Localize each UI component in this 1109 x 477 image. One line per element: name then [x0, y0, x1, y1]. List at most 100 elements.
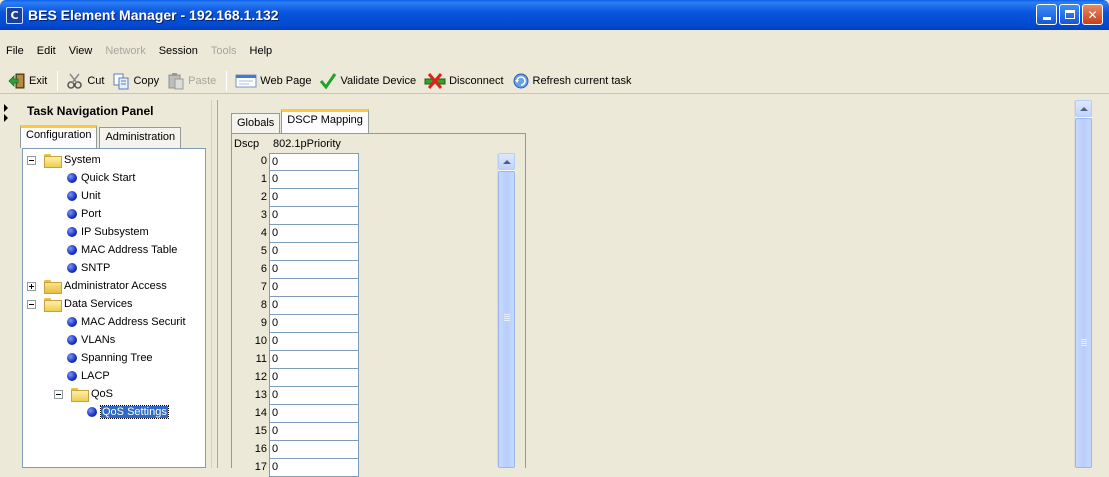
- content-scrollbar[interactable]: [1074, 100, 1092, 468]
- tree-item-label: Spanning Tree: [81, 352, 153, 364]
- tree-item[interactable]: Unit: [67, 187, 101, 205]
- table-row: 12 0: [234, 369, 359, 387]
- tree-item[interactable]: QoS: [54, 385, 113, 403]
- priority-cell[interactable]: 0: [269, 441, 359, 459]
- priority-cell[interactable]: 0: [269, 405, 359, 423]
- tree-item[interactable]: QoS Settings: [87, 403, 169, 421]
- table-scrollbar[interactable]: [497, 153, 515, 468]
- priority-cell[interactable]: 0: [269, 423, 359, 441]
- menu-tools[interactable]: Tools: [211, 45, 237, 57]
- validate-device-button[interactable]: Validate Device: [319, 72, 416, 90]
- table-row: 13 0: [234, 387, 359, 405]
- menu-network[interactable]: Network: [105, 45, 145, 57]
- tree-item[interactable]: SNTP: [67, 259, 110, 277]
- priority-cell[interactable]: 0: [269, 459, 359, 477]
- priority-cell[interactable]: 0: [269, 369, 359, 387]
- cut-button[interactable]: Cut: [66, 72, 104, 90]
- task-navigation-panel: Task Navigation Panel Configuration Admi…: [16, 100, 211, 468]
- content-scroll-up-button[interactable]: [1075, 100, 1092, 117]
- menu-session[interactable]: Session: [159, 45, 198, 57]
- copy-button[interactable]: Copy: [112, 72, 159, 90]
- folder-open-icon: [71, 388, 89, 402]
- tab-globals[interactable]: Globals: [231, 113, 281, 133]
- content-area: Globals DSCP Mapping Dscp 802.1pPriority…: [217, 100, 1092, 477]
- refresh-icon: [513, 73, 529, 88]
- window-title: BES Element Manager - 192.168.1.132: [28, 7, 279, 23]
- priority-cell[interactable]: 0: [269, 279, 359, 297]
- priority-cell[interactable]: 0: [269, 261, 359, 279]
- column-header-dscp: Dscp: [234, 138, 260, 150]
- priority-cell[interactable]: 0: [269, 297, 359, 315]
- bullet-icon: [67, 353, 77, 363]
- tree-item[interactable]: Spanning Tree: [67, 349, 153, 367]
- exit-label: Exit: [29, 74, 48, 87]
- scroll-thumb[interactable]: [498, 171, 515, 468]
- tree-item[interactable]: LACP: [67, 367, 110, 385]
- tab-dscp-mapping[interactable]: DSCP Mapping: [281, 109, 369, 133]
- bullet-icon: [67, 191, 77, 201]
- menu-help[interactable]: Help: [250, 45, 273, 57]
- dscp-value: 1: [260, 173, 267, 185]
- table-row: 17 0: [234, 459, 359, 477]
- dscp-value: 15: [254, 425, 267, 437]
- minimize-button[interactable]: [1036, 4, 1057, 25]
- paste-icon: [168, 72, 184, 89]
- tree-item[interactable]: MAC Address Securit: [67, 313, 186, 331]
- content-scroll-thumb[interactable]: [1075, 118, 1092, 468]
- menu-file[interactable]: File: [6, 45, 24, 57]
- grip-icon: [1081, 339, 1087, 340]
- tree-item[interactable]: System: [27, 151, 101, 169]
- panel-collapse-handle[interactable]: [0, 100, 12, 468]
- tree-item[interactable]: Port: [67, 205, 101, 223]
- priority-cell[interactable]: 0: [269, 243, 359, 261]
- tab-configuration[interactable]: Configuration: [20, 125, 98, 148]
- paste-button[interactable]: Paste: [167, 72, 216, 90]
- priority-cell[interactable]: 0: [269, 189, 359, 207]
- tree-item[interactable]: Quick Start: [67, 169, 135, 187]
- menu-view[interactable]: View: [69, 45, 93, 57]
- priority-cell[interactable]: 0: [269, 171, 359, 189]
- tree-item-label: System: [64, 154, 101, 166]
- tree-item-label: Port: [81, 208, 102, 220]
- collapse-toggle-icon[interactable]: [27, 299, 36, 309]
- priority-cell[interactable]: 0: [269, 333, 359, 351]
- priority-cell[interactable]: 0: [269, 351, 359, 369]
- tree-item[interactable]: VLANs: [67, 331, 115, 349]
- tree-item[interactable]: MAC Address Table: [67, 241, 177, 259]
- dscp-value: 11: [255, 353, 267, 365]
- close-button[interactable]: ✕: [1082, 4, 1103, 25]
- refresh-button[interactable]: Refresh current task: [512, 72, 632, 90]
- collapse-toggle-icon[interactable]: [27, 155, 36, 165]
- tree-item[interactable]: IP Subsystem: [67, 223, 149, 241]
- exit-button[interactable]: Exit: [8, 72, 47, 90]
- checkmark-icon: [320, 72, 337, 89]
- priority-cell[interactable]: 0: [269, 225, 359, 243]
- scroll-up-button[interactable]: [498, 153, 515, 170]
- web-page-button[interactable]: Web Page: [235, 72, 311, 90]
- tree-item-label: MAC Address Securit: [81, 316, 186, 328]
- disconnect-label: Disconnect: [449, 74, 504, 87]
- menu-edit[interactable]: Edit: [37, 45, 56, 57]
- priority-cell[interactable]: 0: [269, 315, 359, 333]
- priority-cell[interactable]: 0: [269, 153, 359, 171]
- tree-item[interactable]: Administrator Access: [27, 277, 167, 295]
- tree-item-label: QoS: [91, 388, 114, 400]
- dscp-value: 3: [260, 209, 267, 221]
- dscp-value: 4: [260, 227, 267, 239]
- expand-toggle-icon[interactable]: [27, 281, 36, 291]
- disconnect-button[interactable]: Disconnect: [424, 72, 504, 90]
- title-bar[interactable]: C BES Element Manager - 192.168.1.132 ✕: [0, 0, 1109, 30]
- tree-item-label: QoS Settings: [100, 405, 169, 419]
- priority-cell[interactable]: 0: [269, 207, 359, 225]
- tab-administration[interactable]: Administration: [99, 127, 182, 148]
- minimize-icon: [1042, 17, 1051, 20]
- tree-item[interactable]: Data Services: [27, 295, 132, 313]
- bullet-icon: [67, 173, 77, 183]
- maximize-button[interactable]: [1059, 4, 1080, 25]
- collapse-toggle-icon[interactable]: [54, 389, 63, 399]
- cut-label: Cut: [87, 74, 105, 87]
- priority-cell[interactable]: 0: [269, 387, 359, 405]
- tree-item-label: Quick Start: [81, 172, 136, 184]
- bullet-icon: [67, 227, 77, 237]
- folder-open-icon: [44, 154, 62, 168]
